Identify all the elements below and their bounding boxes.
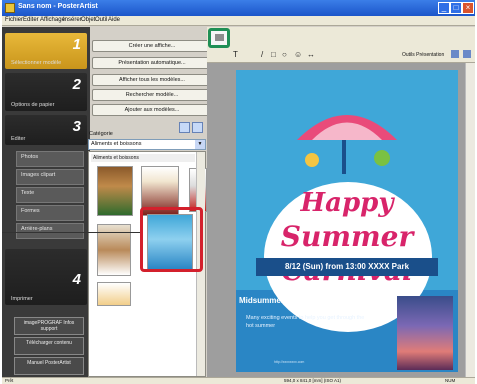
thumbnail-view-icon[interactable]: [179, 122, 190, 133]
app-icon: [5, 3, 15, 13]
poster-sunset-photo: [397, 296, 453, 370]
step-label: Sélectionner modèle: [11, 60, 62, 66]
menu-aide[interactable]: Aide: [108, 17, 120, 23]
show-all-templates-button[interactable]: Afficher tous les modèles...: [92, 74, 212, 86]
media-info-button[interactable]: imagePROGRAF Infos support: [14, 317, 84, 335]
menu-objet[interactable]: Objet: [81, 17, 95, 23]
title-bar: Sans nom - PosterArtist _ □ ×: [2, 0, 475, 16]
manual-button[interactable]: Manuel PosterArtist: [14, 357, 84, 375]
task-panel: 1 Sélectionner modèle 2 Options de papie…: [2, 27, 90, 377]
menu-bar: Fichier Editer Affichage Insérer Objet O…: [2, 16, 475, 26]
search-template-button[interactable]: Rechercher modèle...: [92, 89, 212, 101]
edit-clipart[interactable]: Images clipart: [16, 169, 84, 185]
preview-tool-icon[interactable]: [208, 28, 230, 48]
status-num: NUM: [445, 378, 456, 383]
menu-fichier[interactable]: Fichier: [5, 17, 23, 23]
step-number: 3: [72, 118, 81, 135]
edit-toolbar: T / □ ○ ☺ ↔ Outils Présentation: [207, 27, 475, 63]
create-poster-button[interactable]: Créer une affiche...: [92, 40, 212, 52]
selected-template-highlight: [140, 207, 203, 272]
step-edit[interactable]: 3 Editer: [5, 115, 87, 145]
auto-layout-button[interactable]: Présentation automatique...: [92, 57, 212, 69]
edit-shapes[interactable]: Formes: [16, 205, 84, 221]
step-number: 4: [72, 271, 81, 288]
poster-title-happy: Happy: [300, 188, 394, 218]
template-thumb-menu[interactable]: [97, 166, 133, 216]
template-thumb-fruit[interactable]: [97, 282, 131, 306]
edit-photos[interactable]: Photos: [16, 151, 84, 167]
line-tool-icon[interactable]: /: [261, 50, 263, 59]
chevron-down-icon: ▼: [195, 140, 205, 149]
step-label: Imprimer: [11, 296, 33, 302]
template-group-header: Aliments et boissons: [91, 154, 195, 162]
step-select-template[interactable]: 1 Sélectionner modèle: [5, 33, 87, 69]
canvas-scrollbar[interactable]: [465, 63, 475, 377]
minimize-button[interactable]: _: [438, 2, 450, 14]
menu-inserer[interactable]: Insérer: [63, 17, 82, 23]
status-ready: Prêt: [5, 378, 14, 383]
status-bar: Prêt 594,0 x 841,0 [mm] (ISO A1) NUM: [2, 377, 475, 384]
add-to-templates-button[interactable]: Ajouter aux modèles...: [92, 104, 212, 116]
maximize-button[interactable]: □: [450, 2, 462, 14]
layout-tools-label[interactable]: Outils Présentation: [402, 52, 444, 58]
menu-editer[interactable]: Editer: [23, 17, 39, 23]
category-label: Catégorie: [89, 131, 113, 137]
poster-url: http://xxxxxxxx.com: [274, 360, 305, 364]
menu-affichage[interactable]: Affichage: [40, 17, 65, 23]
ellipse-tool-icon[interactable]: ○: [282, 50, 287, 59]
category-value: Aliments et boissons: [91, 141, 142, 147]
edit-text[interactable]: Texte: [16, 187, 84, 203]
list-view-icon[interactable]: [192, 122, 203, 133]
poster-heading: Midsummer outdoor carnival: [239, 296, 349, 305]
step-print[interactable]: 4 Imprimer: [5, 249, 87, 305]
posterartist-window: Sans nom - PosterArtist _ □ × Fichier Ed…: [2, 0, 475, 384]
close-button[interactable]: ×: [462, 2, 474, 14]
category-select[interactable]: Aliments et boissons ▼: [88, 139, 206, 150]
window-title: Sans nom - PosterArtist: [18, 3, 98, 10]
callout-line: [2, 232, 140, 233]
status-paper-size: 594,0 x 841,0 [mm] (ISO A1): [284, 378, 342, 383]
menu-outil[interactable]: Outil: [95, 17, 107, 23]
step-number: 2: [72, 76, 81, 93]
swap-tool-icon[interactable]: ↔: [307, 50, 315, 59]
poster-body: Many exciting events to help you get thr…: [246, 315, 365, 329]
layout-icon-1[interactable]: [451, 50, 459, 58]
step-label: Editer: [11, 136, 26, 142]
rectangle-tool-icon[interactable]: □: [271, 50, 276, 59]
carnival-illustration: [297, 115, 397, 174]
poster-title-summer: Summer: [280, 220, 414, 253]
clipart-tool-icon[interactable]: ☺: [294, 50, 302, 59]
layout-icon-2[interactable]: [463, 50, 471, 58]
step-label: Options de papier: [11, 102, 55, 108]
edit-backgrounds[interactable]: Arrière-plans: [16, 223, 84, 239]
download-content-button[interactable]: Télécharger contenu: [14, 337, 84, 355]
poster-date-band: 8/12 (Sun) from 13:00 XXXX Park: [256, 258, 438, 276]
text-tool-icon[interactable]: T: [233, 50, 238, 59]
step-paper-options[interactable]: 2 Options de papier: [5, 73, 87, 111]
step-number: 1: [72, 36, 81, 53]
